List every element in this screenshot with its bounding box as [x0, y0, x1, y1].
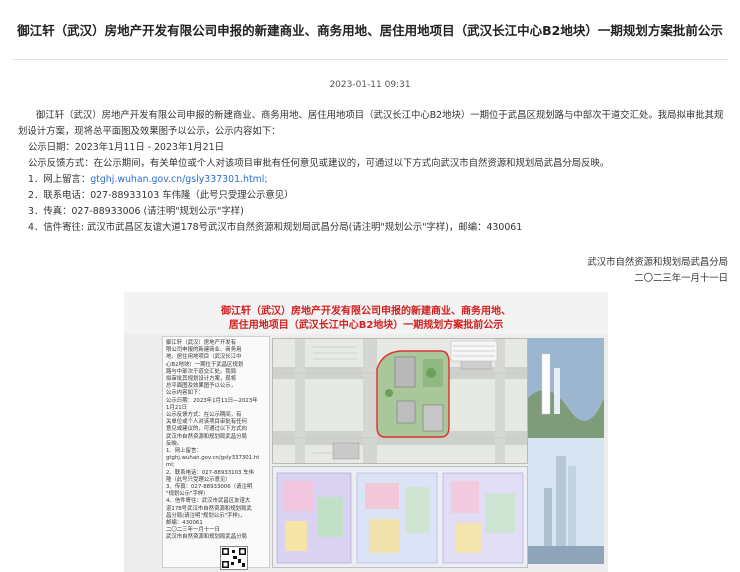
poster-text-line: 4、信件寄往：武汉市武昌区友谊大: [166, 498, 251, 505]
poster-text-line: 武汉市自然资源和规划局武昌分局: [166, 534, 247, 541]
poster-text-line: 心B2地块）一期位于武昌区规划: [166, 361, 244, 368]
poster-text-line: 道178号武汉市自然资源和规划局武: [166, 505, 252, 512]
publish-date: 2023-01-11 09:31: [329, 80, 411, 90]
message-link[interactable]: gtghj.wuhan.gov.cn/gsly337301.html;: [90, 174, 267, 185]
site-plan-drawing: [272, 338, 528, 464]
poster-text-line: 地、居住用地项目（武汉长江中: [166, 354, 242, 361]
poster-text-line: 意见或建议的，可通过以下方式向: [166, 426, 247, 433]
poster-text-line: 隆（此号只受理公示意见）: [166, 476, 231, 483]
poster-text-line: 公示日期：2023年1月11日—2023年: [166, 397, 258, 404]
poster-text-line: 路与中部次干道交汇处。我局: [166, 368, 237, 375]
poster-header: 御江轩（武汉）房地产开发有限公司申报的新建商业、商务用地、 居住用地项目（武汉长…: [124, 292, 608, 334]
article-body: 御江轩（武汉）房地产开发有限公司申报的新建商业、商务用地、居住用地项目（武汉长江…: [18, 108, 724, 236]
poster-footer: [164, 542, 268, 568]
poster-text-line: 公示内容如下：: [166, 390, 204, 397]
intro-paragraph: 御江轩（武汉）房地产开发有限公司申报的新建商业、商务用地、居住用地项目（武汉长江…: [18, 110, 724, 137]
period-line: 公示日期：2023年1月11日 - 2023年1月21日: [28, 142, 224, 153]
item-mail: 4．信件寄往: 武汉市武昌区友谊大道178号武汉市自然资源和规划局武昌分局(请注…: [28, 222, 523, 233]
poster-text-line: 反映。: [166, 440, 183, 447]
feedback-line: 公示反馈方式：在公示期间，有关单位或个人对该项目审批有任何意见或建议的，可通过以…: [28, 158, 610, 169]
signature-org: 武汉市自然资源和规划局武昌分局: [587, 257, 728, 268]
qr-pattern-icon: [222, 548, 246, 568]
poster-title-line1: 御江轩（武汉）房地产开发有限公司申报的新建商业、商务用地、: [221, 306, 511, 317]
poster-text-line: 1、网上留言：: [166, 448, 202, 455]
article-title: 御江轩（武汉）房地产开发有限公司申报的新建商业、商务用地、居住用地项目（武汉长江…: [17, 23, 723, 38]
title-divider: [12, 59, 728, 60]
poster-text-line: 武汉市自然资源和规划局武昌分局: [166, 433, 247, 440]
building-rendering: [528, 338, 604, 564]
poster-notice-text: 御江轩（武汉）房地产开发有 限公司申报的新建商业、商务用 地、居住用地项目（武汉…: [162, 336, 270, 568]
floor-plan-drawings: [272, 466, 528, 568]
signature-date: 二〇二三年一月十一日: [634, 273, 728, 284]
poster-text-line: 1月21日: [166, 404, 188, 411]
poster-text-line: gtghj.wuhan.gov.cn/gsly337301.ht: [166, 455, 260, 462]
poster-title-line2: 居住用地项目（武汉长江中心B2地块）一期规划方案批前公示: [228, 320, 504, 331]
item-online-message: 1．网上留言：gtghj.wuhan.gov.cn/gsly337301.htm…: [18, 172, 724, 188]
poster-text-line: 2、联系电话：027-88933103 车伟: [166, 469, 254, 476]
qr-code: [220, 546, 248, 570]
notice-poster-image: 御江轩（武汉）房地产开发有限公司申报的新建商业、商务用地、 居住用地项目（武汉长…: [124, 292, 608, 572]
item-fax: 3．传真：027-88933006 (请注明"规划公示"字样): [28, 206, 244, 217]
poster-text-line: 昌分局(请注明"规划公示"字样)，: [166, 512, 246, 519]
poster-text-line: ml;: [166, 462, 175, 469]
item-phone: 2．联系电话：027-88933103 车伟隆（此号只受理公示意见）: [28, 190, 294, 201]
item1-label: 1．网上留言：: [28, 174, 91, 185]
